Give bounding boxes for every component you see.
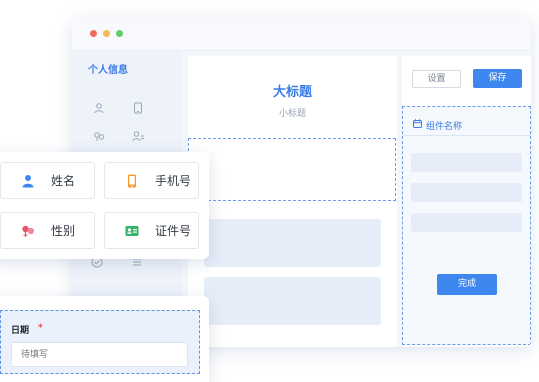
done-button[interactable]: 完成 [437,274,497,295]
palette-item-label: 手机号 [155,174,192,188]
date-input[interactable] [11,342,188,367]
person-list-icon[interactable] [132,130,144,142]
property-input[interactable] [411,153,522,172]
palette-item-label: 姓名 [51,174,76,188]
required-asterisk: * [38,323,43,333]
id-card-icon [125,226,139,236]
app-stage: 个人信息 大标题 小标题 设置 保存 组件名称 完成 姓名 手机号 性别 证件号… [0,0,539,382]
palette-item-id-number[interactable]: 证件号 [104,212,199,249]
property-input[interactable] [411,213,522,232]
minimize-window-dot[interactable] [103,30,110,37]
canvas-title[interactable]: 大标题 [188,81,397,100]
properties-title: 组件名称 [426,122,463,132]
phone-icon [128,174,136,188]
person-icon [22,175,34,188]
window-titlebar [72,17,531,51]
gender-icon[interactable] [93,130,105,142]
palette-item-name[interactable]: 姓名 [0,162,95,199]
maximize-window-dot[interactable] [116,30,123,37]
sidebar-title: 个人信息 [88,65,128,76]
gender-icon [22,225,34,237]
canvas-subtitle[interactable]: 小标题 [188,106,397,119]
phone-outline-icon[interactable] [132,102,144,114]
property-input[interactable] [411,183,522,202]
palette-item-gender[interactable]: 性别 [0,212,95,249]
palette-item-phone[interactable]: 手机号 [104,162,199,199]
settings-button[interactable]: 设置 [412,70,461,88]
date-field-label: 日期 [11,326,30,336]
save-button[interactable]: 保存 [473,69,522,88]
form-field-placeholder[interactable] [204,219,381,267]
palette-item-label: 性别 [51,224,76,238]
person-icon[interactable] [93,102,105,114]
form-field-placeholder[interactable] [204,277,381,325]
calendar-icon [413,119,422,128]
palette-item-label: 证件号 [155,224,192,238]
close-window-dot[interactable] [90,30,97,37]
field-type-palette: 姓名 手机号 性别 证件号 [0,152,209,259]
selected-field-input[interactable] [204,158,382,186]
